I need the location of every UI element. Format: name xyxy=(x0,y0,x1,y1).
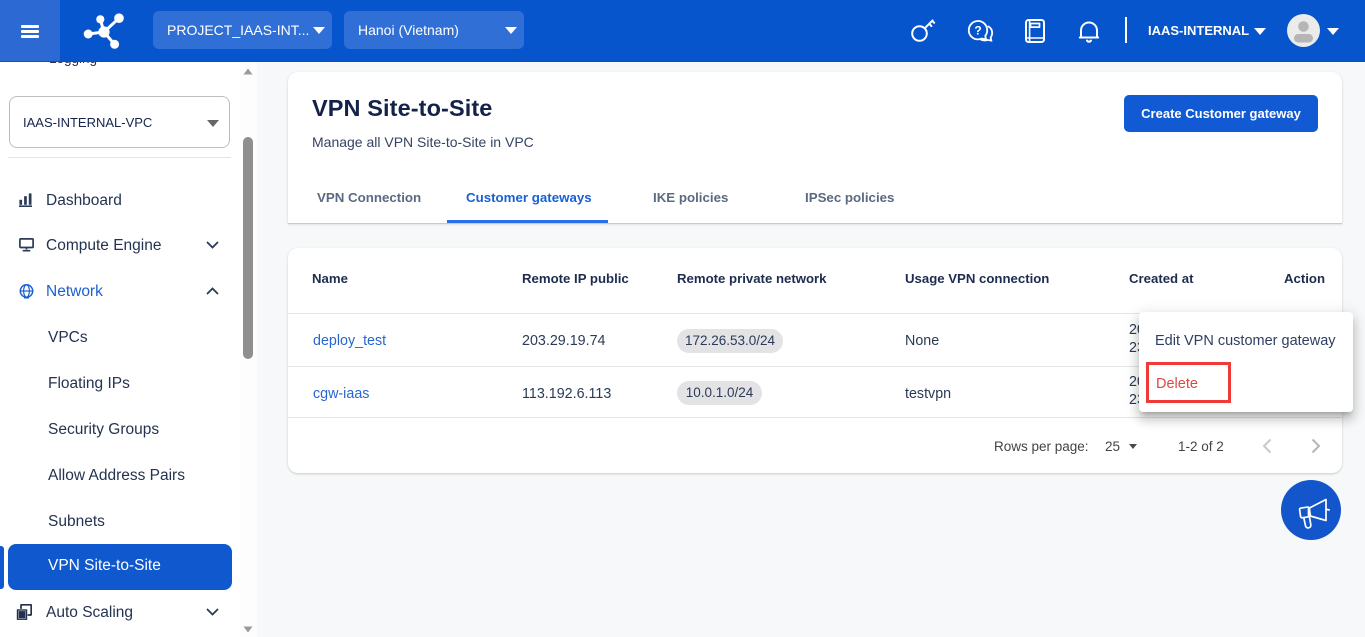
svg-text:?: ? xyxy=(974,23,981,37)
